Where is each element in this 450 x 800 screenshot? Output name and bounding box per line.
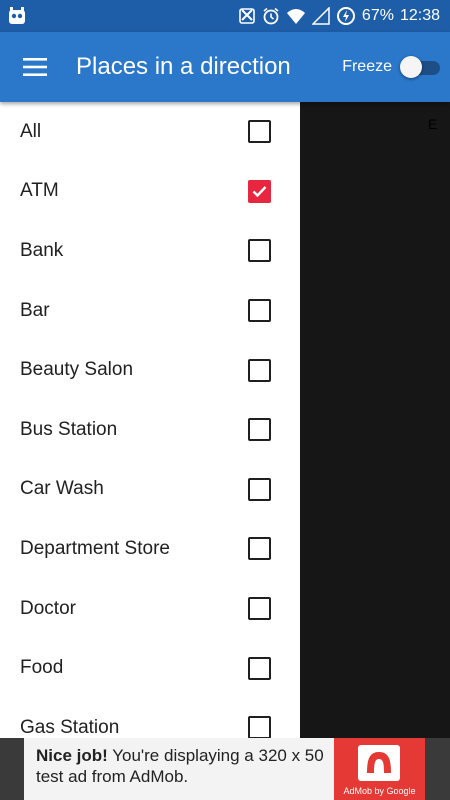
list-item-label: Gas Station	[20, 716, 120, 738]
menu-button[interactable]	[14, 46, 56, 88]
checkbox[interactable]	[248, 716, 271, 738]
ad-headline: Nice job!	[36, 746, 108, 765]
background-partial-label: E	[428, 116, 438, 132]
signal-icon	[311, 7, 330, 25]
list-item-label: Bar	[20, 299, 50, 321]
list-item[interactable]: Car Wash	[0, 460, 300, 520]
ad-brand: AdMob by Google	[343, 786, 416, 796]
admob-icon	[358, 745, 400, 781]
list-item[interactable]: Department Store	[0, 519, 300, 579]
battery-percent: 67%	[361, 7, 394, 24]
ad-banner[interactable]: Nice job! You're displaying a 320 x 50 t…	[0, 738, 450, 800]
app-bar: Places in a direction Freeze	[0, 32, 450, 102]
checkbox[interactable]	[248, 120, 271, 144]
list-item-label: Bus Station	[20, 418, 118, 440]
list-item-label: Doctor	[20, 597, 76, 619]
checkbox[interactable]	[248, 239, 271, 263]
toggle-thumb	[400, 56, 422, 78]
admob-logo[interactable]: AdMob by Google	[334, 738, 425, 800]
status-bar: 67% 12:38	[0, 0, 450, 32]
list-item-label: All	[20, 120, 42, 142]
list-item[interactable]: ATM	[0, 162, 300, 222]
list-item[interactable]: Bar	[0, 281, 300, 341]
ad-text: Nice job! You're displaying a 320 x 50 t…	[36, 745, 336, 787]
checkbox[interactable]	[248, 418, 271, 442]
list-item-label: Bank	[20, 239, 64, 261]
checkbox[interactable]	[248, 299, 271, 323]
screen: 67% 12:38 Places in a direction Freeze E…	[0, 0, 450, 800]
list-item-label: Food	[20, 657, 64, 679]
list-item[interactable]: Doctor	[0, 579, 300, 639]
checkbox[interactable]	[248, 537, 271, 561]
cyanogen-mascot-icon	[9, 7, 25, 24]
ad-content[interactable]: Nice job! You're displaying a 320 x 50 t…	[24, 738, 425, 800]
list-item-label: ATM	[20, 180, 59, 202]
place-filter-drawer: All ATM Bank Bar Beauty Salon Bus Station Car …	[0, 102, 300, 738]
list-item[interactable]: Food	[0, 638, 300, 698]
list-item[interactable]: Gas Station	[0, 698, 300, 738]
list-item[interactable]: Bank	[0, 221, 300, 281]
hamburger-menu-icon	[23, 58, 47, 76]
checkbox[interactable]	[248, 477, 271, 501]
checkbox[interactable]	[248, 179, 271, 203]
checkbox[interactable]	[248, 358, 271, 382]
checkmark-icon	[252, 186, 267, 198]
map-background	[300, 102, 450, 738]
app-title: Places in a direction	[76, 53, 291, 80]
list-item-label: Department Store	[20, 537, 170, 559]
list-item-label: Car Wash	[20, 478, 104, 500]
list-item[interactable]: Bus Station	[0, 400, 300, 460]
list-item-label: Beauty Salon	[20, 359, 134, 381]
wifi-icon	[286, 9, 305, 24]
battery-saver-icon	[336, 7, 355, 25]
alarm-icon	[263, 7, 279, 25]
list-item[interactable]: All	[0, 102, 300, 162]
freeze-label: Freeze	[342, 58, 392, 75]
freeze-toggle[interactable]	[400, 56, 442, 78]
checkbox[interactable]	[248, 597, 271, 621]
list-item[interactable]: Beauty Salon	[0, 340, 300, 400]
clock: 12:38	[399, 7, 440, 24]
nfc-icon	[239, 8, 255, 24]
checkbox[interactable]	[248, 656, 271, 680]
status-icons: 67% 12:38	[238, 0, 440, 32]
